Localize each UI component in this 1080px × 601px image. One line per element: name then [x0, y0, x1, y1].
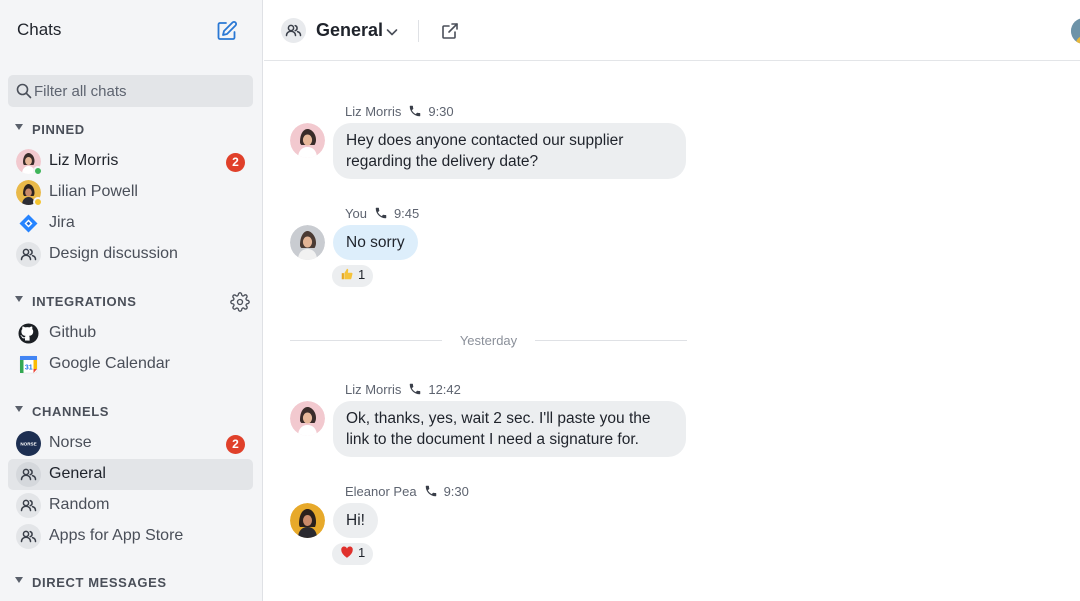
sidebar-item-github[interactable]: Github	[8, 318, 253, 349]
message-bubble: Hi!	[333, 503, 378, 538]
channel-title[interactable]: General	[316, 20, 383, 41]
open-external-icon[interactable]	[440, 21, 460, 41]
message-meta: Liz Morris 12:42	[345, 382, 461, 397]
message-author: You	[345, 206, 367, 221]
sidebar-item-label: Random	[49, 496, 110, 513]
section-pinned[interactable]: PINNED	[0, 119, 262, 141]
phone-icon[interactable]	[424, 484, 438, 498]
chevron-down-icon[interactable]	[385, 25, 399, 39]
section-channels[interactable]: CHANNELS	[0, 401, 262, 423]
channel-header: General	[264, 0, 1080, 61]
message-time: 12:42	[428, 382, 461, 397]
sidebar-title: Chats	[17, 20, 62, 39]
sidebar-item-jira[interactable]: Jira	[8, 208, 253, 239]
sidebar-item-apps-for-app-store[interactable]: Apps for App Store	[8, 521, 253, 552]
unread-badge: 2	[226, 435, 245, 454]
google-calendar-icon: 31	[16, 352, 41, 377]
unread-badge: 2	[226, 153, 245, 172]
day-separator: Yesterday	[290, 332, 687, 350]
sidebar-item-label: Norse	[49, 434, 92, 451]
message-time: 9:30	[428, 104, 454, 119]
group-icon	[16, 493, 41, 518]
message-time: 9:45	[393, 206, 420, 221]
search-box	[8, 75, 253, 107]
sidebar-item-lilian-powell[interactable]: Lilian Powell	[8, 177, 253, 208]
phone-icon[interactable]	[408, 104, 422, 118]
group-icon	[281, 18, 306, 43]
sidebar-item-liz-morris[interactable]: Liz Morris 2	[8, 146, 253, 177]
search-icon	[16, 83, 32, 99]
sidebar-header: Chats	[0, 0, 262, 61]
sidebar-item-random[interactable]: Random	[8, 490, 253, 521]
sidebar-item-norse[interactable]: NORSE Norse 2	[8, 428, 253, 459]
section-direct-messages[interactable]: DIRECT MESSAGES	[0, 572, 262, 594]
norse-logo-text: NORSE	[20, 441, 36, 446]
message-meta: Liz Morris 9:30	[345, 104, 454, 119]
compose-icon	[217, 21, 237, 40]
collapse-caret-icon	[15, 124, 23, 130]
away-status-icon	[33, 197, 43, 207]
section-label: CHANNELS	[32, 404, 110, 419]
avatar	[16, 149, 43, 176]
reaction-count: 1	[358, 545, 366, 560]
reaction-chip[interactable]: 1	[332, 265, 374, 287]
norse-logo-icon: NORSE	[16, 431, 41, 456]
avatar	[16, 180, 43, 207]
search-input[interactable]	[34, 81, 244, 101]
group-icon	[16, 462, 41, 487]
sidebar-item-label: Lilian Powell	[49, 183, 138, 200]
sidebar: Chats PINNED Liz Morris 2	[0, 0, 263, 601]
message-meta: You 9:45	[345, 206, 419, 221]
collapse-caret-icon	[15, 406, 23, 412]
github-icon	[16, 321, 41, 346]
header-divider	[418, 20, 419, 42]
reaction-count: 1	[358, 267, 366, 282]
section-label: DIRECT MESSAGES	[32, 575, 167, 590]
group-icon	[16, 524, 41, 549]
sidebar-item-general[interactable]: General	[8, 459, 253, 490]
section-label: INTEGRATIONS	[32, 294, 137, 309]
collapse-caret-icon	[15, 296, 23, 302]
sidebar-item-label: Design discussion	[49, 245, 178, 262]
section-integrations[interactable]: INTEGRATIONS	[0, 291, 262, 313]
collapse-caret-icon	[15, 577, 23, 583]
message-meta: Eleanor Pea 9:30	[345, 484, 469, 499]
message-author: Liz Morris	[345, 382, 402, 397]
message-author: Liz Morris	[345, 104, 402, 119]
integrations-settings-button[interactable]	[230, 292, 250, 312]
avatar[interactable]	[290, 123, 325, 158]
sidebar-item-label: Google Calendar	[49, 355, 170, 372]
sidebar-item-label: Apps for App Store	[49, 527, 184, 544]
heart-icon	[341, 546, 353, 558]
sidebar-item-label: Liz Morris	[49, 152, 119, 169]
message-time: 9:30	[443, 484, 469, 499]
sidebar-item-label: Github	[49, 324, 97, 341]
reaction-chip[interactable]: 1	[332, 543, 374, 565]
message-author: Eleanor Pea	[345, 484, 417, 499]
message-bubble: No sorry	[333, 225, 418, 260]
avatar[interactable]	[290, 225, 325, 260]
current-user-avatar[interactable]	[1071, 18, 1080, 44]
group-icon	[16, 242, 41, 267]
phone-icon[interactable]	[374, 206, 388, 220]
message-bubble: Ok, thanks, yes, wait 2 sec. I'll paste …	[333, 401, 686, 457]
avatar[interactable]	[290, 401, 325, 436]
message-bubble: Hey does anyone contacted our supplier r…	[333, 123, 686, 179]
gear-icon	[230, 292, 250, 312]
sidebar-item-design-discussion[interactable]: Design discussion	[8, 239, 253, 270]
compose-button[interactable]	[215, 19, 239, 43]
avatar[interactable]	[290, 503, 325, 538]
phone-icon[interactable]	[408, 382, 422, 396]
calendar-icon-date: 31	[25, 365, 33, 372]
section-label: PINNED	[32, 122, 85, 137]
online-status-icon	[33, 166, 43, 176]
sidebar-item-google-calendar[interactable]: 31 Google Calendar	[8, 349, 253, 380]
sidebar-item-label: General	[49, 465, 106, 482]
jira-icon	[16, 211, 41, 236]
thumbs-up-icon	[341, 268, 353, 280]
sidebar-item-label: Jira	[49, 214, 75, 231]
chat-panel: General Liz Morris 9:30 Hey does anyone c	[264, 0, 1080, 601]
